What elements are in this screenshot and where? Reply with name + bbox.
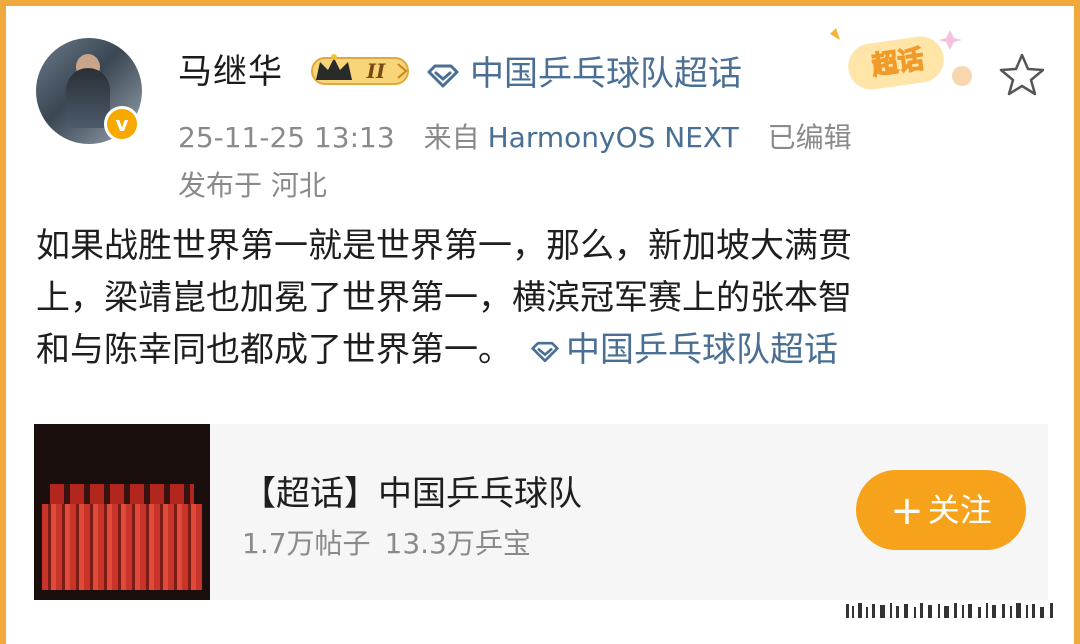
user-name[interactable]: 马继华 xyxy=(178,44,283,93)
topic-card-thumbnail xyxy=(34,424,210,600)
source-link[interactable]: HarmonyOS NEXT xyxy=(488,121,739,154)
thumbnail-banner xyxy=(50,484,194,506)
watermark-logo-icon xyxy=(836,600,1066,622)
verified-badge-icon: v xyxy=(104,106,140,142)
post-line-2: 上，梁靖崑也加冕了世界第一，横滨冠军赛上的张本智 xyxy=(36,278,852,318)
topic-card-posts: 1.7万帖子 xyxy=(242,527,371,560)
plus-icon: + xyxy=(890,488,924,534)
header-topic-text: 中国乒乓球队超话 xyxy=(470,54,742,94)
source-prefix: 来自 xyxy=(423,121,480,154)
topic-card-title: 【超话】中国乒乓球队 xyxy=(242,474,582,514)
post-location: 发布于 河北 xyxy=(178,169,327,202)
avatar-figure xyxy=(66,68,110,128)
post-body: 如果战胜世界第一就是世界第一，那么，新加坡大满贯 上，梁靖崑也加冕了世界第一，横… xyxy=(36,220,1036,376)
topic-card-stats: 1.7万帖子 13.3万乒宝 xyxy=(242,522,545,562)
post-meta: 25-11-25 13:13 来自 HarmonyOS NEXT 已编辑 xyxy=(178,116,872,156)
chaohua-badge-icon[interactable]: 超话 xyxy=(822,24,982,100)
crown-level-badge-icon[interactable]: II xyxy=(310,50,414,88)
diamond-topic-icon xyxy=(427,64,459,87)
post-line-1: 如果战胜世界第一就是世界第一，那么，新加坡大满贯 xyxy=(36,226,852,266)
post-line-3-wrap: 和与陈幸同也都成了世界第一。 中国乒乓球队超话 xyxy=(36,324,1036,376)
post-topic-text: 中国乒乓球队超话 xyxy=(566,330,838,370)
topic-card[interactable]: 【超话】中国乒乓球队 1.7万帖子 13.3万乒宝 + 关注 xyxy=(34,424,1048,600)
follow-button-label: 关注 xyxy=(927,491,992,529)
diamond-topic-icon xyxy=(531,341,559,362)
follow-button[interactable]: + 关注 xyxy=(856,470,1026,550)
header-topic-link[interactable]: 中国乒乓球队超话 xyxy=(426,46,742,95)
post-topic-link[interactable]: 中国乒乓球队超话 xyxy=(530,330,838,370)
topic-card-fans: 13.3万乒宝 xyxy=(384,527,531,560)
star-favorite-icon[interactable] xyxy=(998,52,1046,96)
level-badge-text: II xyxy=(366,59,386,83)
post-timestamp: 25-11-25 13:13 xyxy=(178,121,395,154)
post-line-3: 和与陈幸同也都成了世界第一。 xyxy=(36,330,512,370)
edited-label[interactable]: 已编辑 xyxy=(768,121,852,154)
thumbnail-crowd xyxy=(42,504,202,590)
